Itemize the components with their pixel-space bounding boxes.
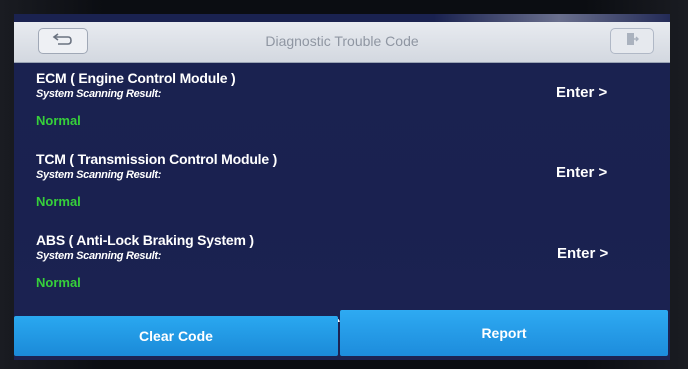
exit-door-icon bbox=[624, 31, 640, 52]
title-bar: Diagnostic Trouble Code bbox=[14, 22, 670, 63]
page-title: Diagnostic Trouble Code bbox=[265, 33, 419, 49]
module-name: ECM ( Engine Control Module ) bbox=[36, 70, 236, 86]
report-button[interactable]: Report bbox=[340, 310, 668, 356]
screen: Diagnostic Trouble Code ECM ( Engine Con… bbox=[14, 14, 670, 360]
module-name: TCM ( Transmission Control Module ) bbox=[36, 151, 278, 167]
bottom-action-bar: Clear Code Report bbox=[14, 310, 668, 358]
module-ecm: ECM ( Engine Control Module ) System Sca… bbox=[36, 70, 636, 128]
module-name: ABS ( Anti-Lock Braking System ) bbox=[36, 232, 254, 248]
module-abs: ABS ( Anti-Lock Braking System ) System … bbox=[36, 232, 636, 290]
scan-result-label: System Scanning Result: bbox=[36, 169, 162, 181]
enter-button-tcm[interactable]: Enter > bbox=[556, 164, 607, 181]
status-normal: Normal bbox=[36, 275, 81, 290]
enter-button-abs[interactable]: Enter > bbox=[557, 245, 608, 262]
device-frame: Diagnostic Trouble Code ECM ( Engine Con… bbox=[0, 0, 688, 369]
enter-button-ecm[interactable]: Enter > bbox=[556, 84, 607, 101]
status-normal: Normal bbox=[36, 113, 81, 128]
status-normal: Normal bbox=[36, 194, 81, 209]
scan-result-label: System Scanning Result: bbox=[36, 250, 162, 262]
clear-code-button[interactable]: Clear Code bbox=[14, 316, 338, 356]
exit-button[interactable] bbox=[610, 28, 654, 54]
scan-result-label: System Scanning Result: bbox=[36, 88, 162, 100]
module-tcm: TCM ( Transmission Control Module ) Syst… bbox=[36, 151, 636, 209]
